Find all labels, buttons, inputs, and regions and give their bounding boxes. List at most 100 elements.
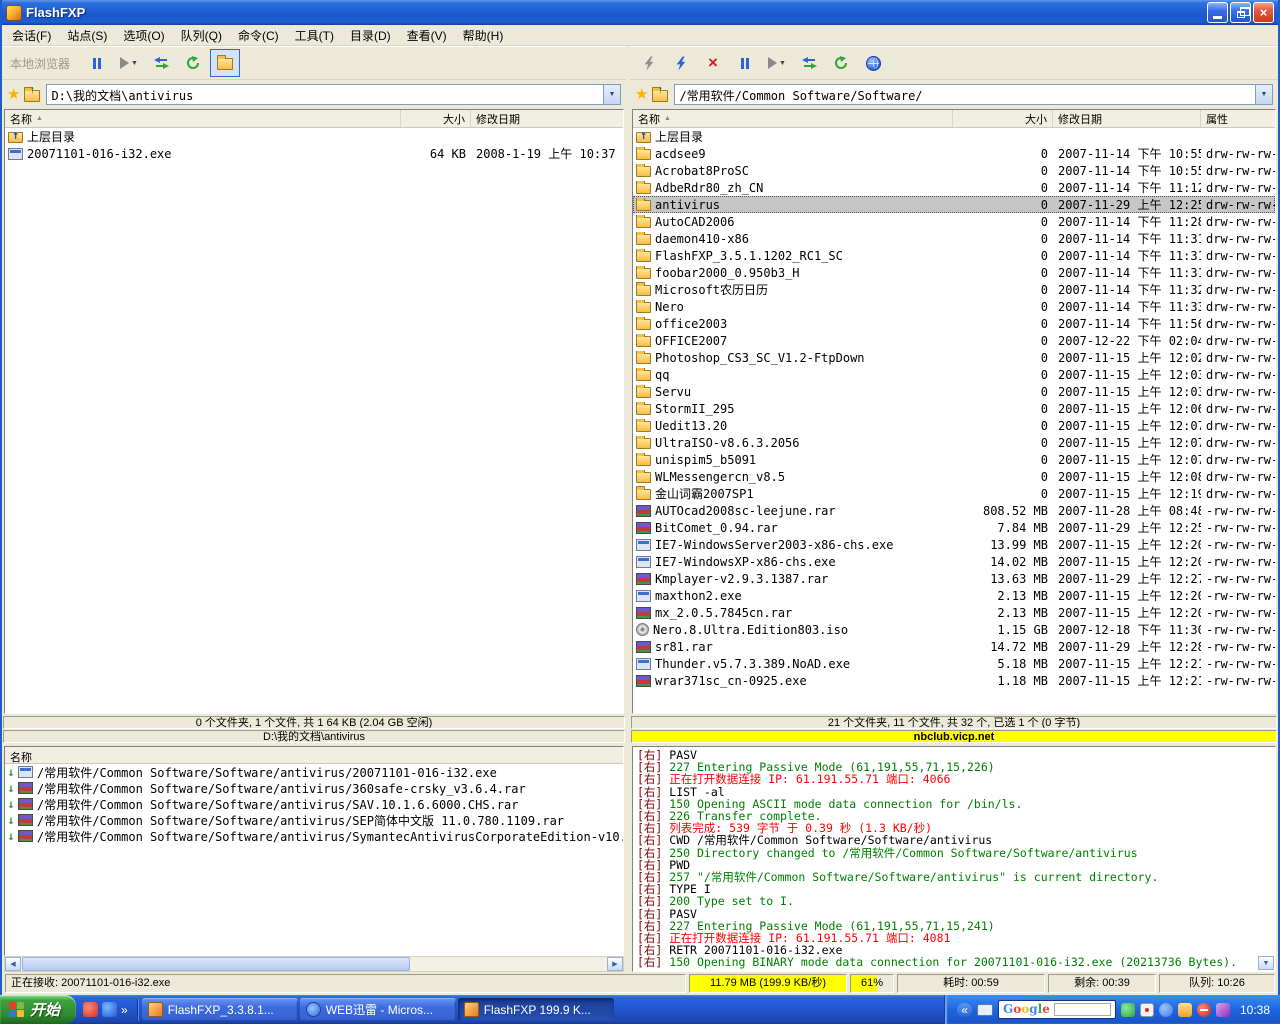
queue-item[interactable]: ↓/常用软件/Common Software/Software/antiviru… bbox=[5, 812, 623, 828]
menu-item[interactable]: 会话(F) bbox=[4, 25, 59, 46]
file-row[interactable]: sr81.rar14.72 MB2007-11-29 上午 12:28-rw-r… bbox=[633, 638, 1275, 655]
menu-item[interactable]: 站点(S) bbox=[59, 25, 115, 46]
menu-item[interactable]: 选项(O) bbox=[115, 25, 172, 46]
quick-connect-button[interactable] bbox=[666, 49, 696, 77]
search-button[interactable] bbox=[858, 49, 888, 77]
file-row[interactable]: qq02007-11-15 上午 12:03drw-rw-rw- bbox=[633, 366, 1275, 383]
remote-path-combobox[interactable]: /常用软件/Common Software/Software/ ▼ bbox=[674, 84, 1273, 105]
queue-item[interactable]: ↓/常用软件/Common Software/Software/antiviru… bbox=[5, 780, 623, 796]
local-folder-view-button[interactable] bbox=[210, 49, 240, 77]
column-header-date[interactable]: 修改日期 bbox=[471, 110, 623, 127]
tray-icon-1[interactable] bbox=[1121, 1003, 1135, 1017]
hidden-icons-chevron[interactable]: « bbox=[957, 1003, 972, 1017]
remote-transfer-button[interactable]: ▼ bbox=[762, 49, 792, 77]
parent-folder-button[interactable] bbox=[24, 87, 42, 101]
log-scroll-down-button[interactable]: ▼ bbox=[1258, 956, 1274, 970]
remote-path-input[interactable]: /常用软件/Common Software/Software/ bbox=[675, 85, 1255, 104]
file-row[interactable]: unispim5_b509102007-11-15 上午 12:07drw-rw… bbox=[633, 451, 1275, 468]
scroll-left-button[interactable]: ◀ bbox=[5, 957, 21, 971]
scrollbar-thumb[interactable] bbox=[22, 957, 410, 971]
input-method-icon[interactable] bbox=[977, 1004, 993, 1016]
local-path-input[interactable]: D:\我的文档\antivirus bbox=[47, 85, 603, 104]
favorites-star-icon[interactable]: ★ bbox=[7, 87, 20, 102]
local-path-dropdown-button[interactable]: ▼ bbox=[603, 85, 620, 104]
file-row[interactable]: IE7-WindowsXP-x86-chs.exe14.02 MB2007-11… bbox=[633, 553, 1275, 570]
tray-icon-3[interactable] bbox=[1159, 1003, 1173, 1017]
parent-folder-button[interactable] bbox=[652, 87, 670, 101]
file-row[interactable]: wrar371sc_cn-0925.exe1.18 MB2007-11-15 上… bbox=[633, 672, 1275, 689]
file-row[interactable]: 金山词霸2007SP102007-11-15 上午 12:19drw-rw-rw… bbox=[633, 485, 1275, 502]
file-row[interactable]: IE7-WindowsServer2003-x86-chs.exe13.99 M… bbox=[633, 536, 1275, 553]
file-row[interactable]: StormII_29502007-11-15 上午 12:06drw-rw-rw… bbox=[633, 400, 1275, 417]
close-button[interactable]: × bbox=[1253, 2, 1274, 23]
file-row[interactable]: foobar2000_0.950b3_H02007-11-14 下午 11:31… bbox=[633, 264, 1275, 281]
queue-item[interactable]: ↓/常用软件/Common Software/Software/antiviru… bbox=[5, 796, 623, 812]
local-abort-button[interactable] bbox=[82, 49, 112, 77]
column-header-name[interactable]: 名称▲ bbox=[633, 110, 953, 127]
file-row[interactable]: office200302007-11-14 下午 11:56drw-rw-rw- bbox=[633, 315, 1275, 332]
parent-dir-row[interactable]: 上层目录 bbox=[5, 128, 623, 145]
local-compare-button[interactable] bbox=[146, 49, 176, 77]
connect-button[interactable] bbox=[634, 49, 664, 77]
remote-compare-button[interactable] bbox=[794, 49, 824, 77]
google-search-input[interactable] bbox=[1054, 1003, 1111, 1016]
file-row[interactable]: antivirus02007-11-29 上午 12:25drw-rw-rw- bbox=[633, 196, 1275, 213]
file-row[interactable]: AdbeRdr80_zh_CN02007-11-14 下午 11:12drw-r… bbox=[633, 179, 1275, 196]
file-row[interactable]: acdsee902007-11-14 下午 10:55drw-rw-rw- bbox=[633, 145, 1275, 162]
google-search[interactable]: Google bbox=[998, 1000, 1116, 1019]
file-row[interactable]: Thunder.v5.7.3.389.NoAD.exe5.18 MB2007-1… bbox=[633, 655, 1275, 672]
menu-item[interactable]: 帮助(H) bbox=[455, 25, 512, 46]
file-row[interactable]: FlashFXP_3.5.1.1202_RC1_SC02007-11-14 下午… bbox=[633, 247, 1275, 264]
queue-horizontal-scrollbar[interactable]: ◀ ▶ bbox=[4, 956, 624, 972]
file-row[interactable]: Nero02007-11-14 下午 11:33drw-rw-rw- bbox=[633, 298, 1275, 315]
file-row[interactable]: Acrobat8ProSC02007-11-14 下午 10:55drw-rw-… bbox=[633, 162, 1275, 179]
taskbar-task[interactable]: FlashFXP 199.9 K... bbox=[458, 998, 614, 1021]
scroll-right-button[interactable]: ▶ bbox=[607, 957, 623, 971]
file-row[interactable]: Photoshop_CS3_SC_V1.2-FtpDown02007-11-15… bbox=[633, 349, 1275, 366]
file-row[interactable]: 20071101-016-i32.exe64 KB2008-1-19 上午 10… bbox=[5, 145, 623, 162]
quick-launch-icon-1[interactable] bbox=[83, 1002, 98, 1017]
file-row[interactable]: AUTOcad2008sc-leejune.rar808.52 MB2007-1… bbox=[633, 502, 1275, 519]
column-header-size[interactable]: 大小 bbox=[401, 110, 471, 127]
queue-item[interactable]: ↓/常用软件/Common Software/Software/antiviru… bbox=[5, 828, 623, 844]
column-header-attr[interactable]: 属性 bbox=[1201, 110, 1275, 127]
file-row[interactable]: mx_2.0.5.7845cn.rar2.13 MB2007-11-15 上午 … bbox=[633, 604, 1275, 621]
column-header-date[interactable]: 修改日期 bbox=[1053, 110, 1201, 127]
quick-launch-icon-2[interactable] bbox=[102, 1002, 117, 1017]
queue-item[interactable]: ↓/常用软件/Common Software/Software/antiviru… bbox=[5, 764, 623, 780]
file-row[interactable]: Microsoft农历日历02007-11-14 下午 11:32drw-rw-… bbox=[633, 281, 1275, 298]
remote-refresh-button[interactable] bbox=[826, 49, 856, 77]
file-row[interactable]: BitComet_0.94.rar7.84 MB2007-11-29 上午 12… bbox=[633, 519, 1275, 536]
column-header-size[interactable]: 大小 bbox=[953, 110, 1053, 127]
remote-abort-button[interactable] bbox=[730, 49, 760, 77]
taskbar-task[interactable]: WEB迅雷 - Micros... bbox=[300, 998, 456, 1021]
menu-item[interactable]: 目录(D) bbox=[342, 25, 399, 46]
file-row[interactable]: Kmplayer-v2.9.3.1387.rar13.63 MB2007-11-… bbox=[633, 570, 1275, 587]
menu-item[interactable]: 查看(V) bbox=[399, 25, 455, 46]
favorites-star-icon[interactable]: ★ bbox=[635, 87, 648, 102]
parent-dir-row[interactable]: 上层目录 bbox=[633, 128, 1275, 145]
remote-path-dropdown-button[interactable]: ▼ bbox=[1255, 85, 1272, 104]
file-row[interactable]: AutoCAD200602007-11-14 下午 11:28drw-rw-rw… bbox=[633, 213, 1275, 230]
file-row[interactable]: Uedit13.2002007-11-15 上午 12:07drw-rw-rw- bbox=[633, 417, 1275, 434]
column-header-name[interactable]: 名称▲ bbox=[5, 110, 401, 127]
antivirus-tray-icon[interactable] bbox=[1197, 1003, 1211, 1017]
file-row[interactable]: OFFICE200702007-12-22 下午 02:04drw-rw-rw- bbox=[633, 332, 1275, 349]
menu-item[interactable]: 命令(C) bbox=[230, 25, 287, 46]
tray-icon-4[interactable] bbox=[1178, 1003, 1192, 1017]
quick-launch-chevron[interactable]: » bbox=[121, 1003, 128, 1017]
file-row[interactable]: Servu02007-11-15 上午 12:03drw-rw-rw- bbox=[633, 383, 1275, 400]
menu-item[interactable]: 队列(Q) bbox=[173, 25, 230, 46]
local-path-combobox[interactable]: D:\我的文档\antivirus ▼ bbox=[46, 84, 621, 105]
tray-icon-2[interactable] bbox=[1140, 1003, 1154, 1017]
tray-icon-6[interactable] bbox=[1216, 1003, 1230, 1017]
taskbar-task[interactable]: FlashFXP_3.3.8.1... bbox=[142, 998, 298, 1021]
menu-item[interactable]: 工具(T) bbox=[287, 25, 342, 46]
queue-column-header[interactable]: 名称 bbox=[5, 747, 623, 764]
file-row[interactable]: daemon410-x8602007-11-14 下午 11:31drw-rw-… bbox=[633, 230, 1275, 247]
local-refresh-button[interactable] bbox=[178, 49, 208, 77]
restore-button[interactable] bbox=[1230, 2, 1251, 23]
start-button[interactable]: 开始 bbox=[0, 995, 76, 1024]
file-row[interactable]: UltraISO-v8.6.3.205602007-11-15 上午 12:07… bbox=[633, 434, 1275, 451]
file-row[interactable]: maxthon2.exe2.13 MB2007-11-15 上午 12:20-r… bbox=[633, 587, 1275, 604]
